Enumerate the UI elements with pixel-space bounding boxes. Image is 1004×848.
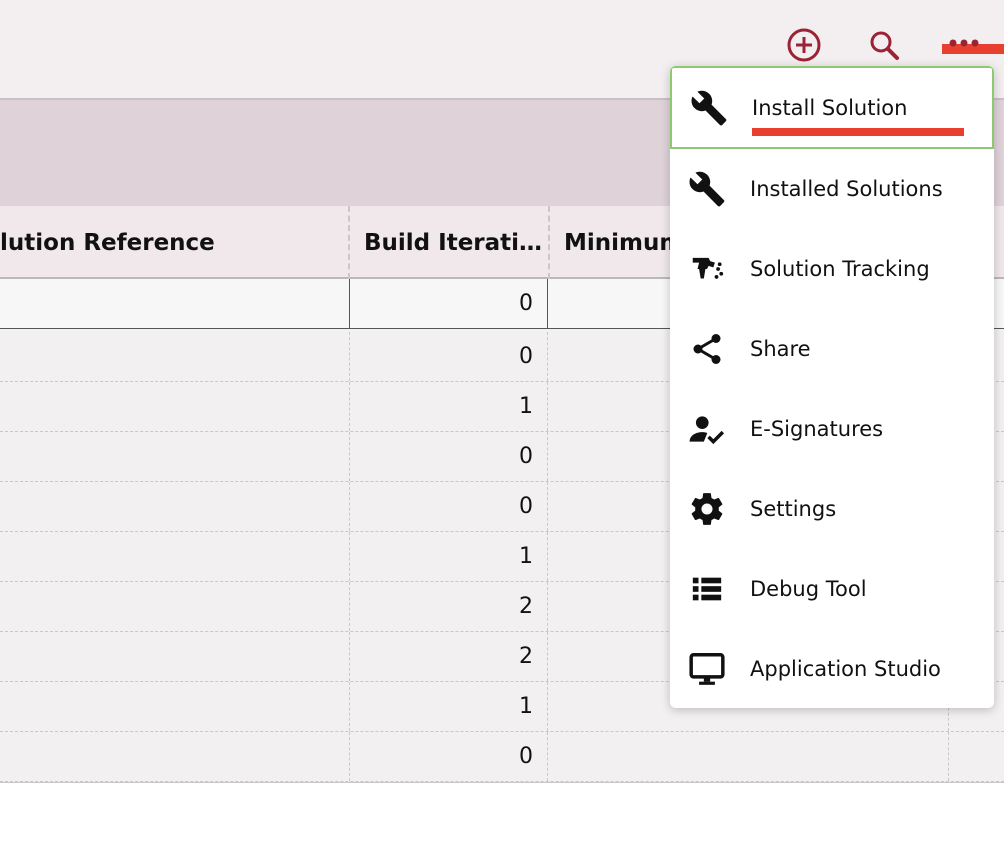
more-button[interactable] <box>940 22 986 68</box>
build-iteration-cell[interactable]: 0 <box>349 332 548 381</box>
page: lution Reference Build Iterati… Minimum … <box>0 0 1004 848</box>
more-horizontal-icon <box>949 39 979 47</box>
build-iteration-cell[interactable]: 1 <box>349 382 548 431</box>
menu-item-label: Application Studio <box>750 657 941 681</box>
build-iteration-cell[interactable]: 2 <box>349 582 548 631</box>
more-menu: Install Solution Installed Solutions Sol… <box>670 66 994 708</box>
build-iteration-cell[interactable]: 0 <box>349 482 548 531</box>
menu-item-label: Install Solution <box>752 95 908 120</box>
menu-item-debug-tool[interactable]: Debug Tool <box>670 549 994 629</box>
column-header-build-iteration[interactable]: Build Iterati… <box>349 206 548 279</box>
build-iteration-cell[interactable]: 1 <box>349 532 548 581</box>
column-header-solution-reference[interactable]: lution Reference <box>0 206 348 279</box>
menu-item-solution-tracking[interactable]: Solution Tracking <box>670 229 994 309</box>
monitor-icon <box>687 649 727 689</box>
search-icon <box>870 31 899 60</box>
build-iteration-cell[interactable]: 0 <box>349 432 548 481</box>
user-check-icon <box>687 409 727 449</box>
menu-item-label: Share <box>750 337 811 361</box>
menu-item-installed-solutions[interactable]: Installed Solutions <box>670 149 994 229</box>
menu-item-label: Installed Solutions <box>750 177 943 201</box>
wrench-icon <box>689 88 729 128</box>
build-iteration-cell[interactable]: 2 <box>349 632 548 681</box>
gear-icon <box>687 489 727 529</box>
column-header-label: Build Iterati… <box>364 229 543 256</box>
table-row[interactable]: 0 <box>0 732 1004 782</box>
list-icon <box>687 569 727 609</box>
menu-item-share[interactable]: Share <box>670 309 994 389</box>
share-icon <box>687 329 727 369</box>
search-button[interactable] <box>861 22 907 68</box>
menu-item-label: Solution Tracking <box>750 257 930 281</box>
menu-item-install-solution[interactable]: Install Solution <box>670 66 994 149</box>
column-header-label: lution Reference <box>0 229 215 256</box>
wrench-icon <box>687 169 727 209</box>
menu-item-settings[interactable]: Settings <box>670 469 994 549</box>
column-header-label: Minimum <box>564 229 684 256</box>
menu-item-label: Settings <box>750 497 837 521</box>
build-iteration-cell[interactable]: 0 <box>349 732 548 781</box>
build-iteration-cell[interactable]: 1 <box>349 682 548 731</box>
build-iteration-cell[interactable]: 0 <box>349 279 548 328</box>
add-button[interactable] <box>781 22 827 68</box>
menu-item-application-studio[interactable]: Application Studio <box>670 629 994 708</box>
paint-spray-icon <box>687 249 727 289</box>
add-circle-icon <box>787 28 821 62</box>
table-cell[interactable] <box>948 732 1004 781</box>
selection-highlight <box>752 128 964 136</box>
menu-item-e-signatures[interactable]: E-Signatures <box>670 389 994 469</box>
menu-item-label: E-Signatures <box>750 417 884 441</box>
grid-footer <box>0 782 1004 848</box>
menu-item-label: Debug Tool <box>750 577 867 601</box>
